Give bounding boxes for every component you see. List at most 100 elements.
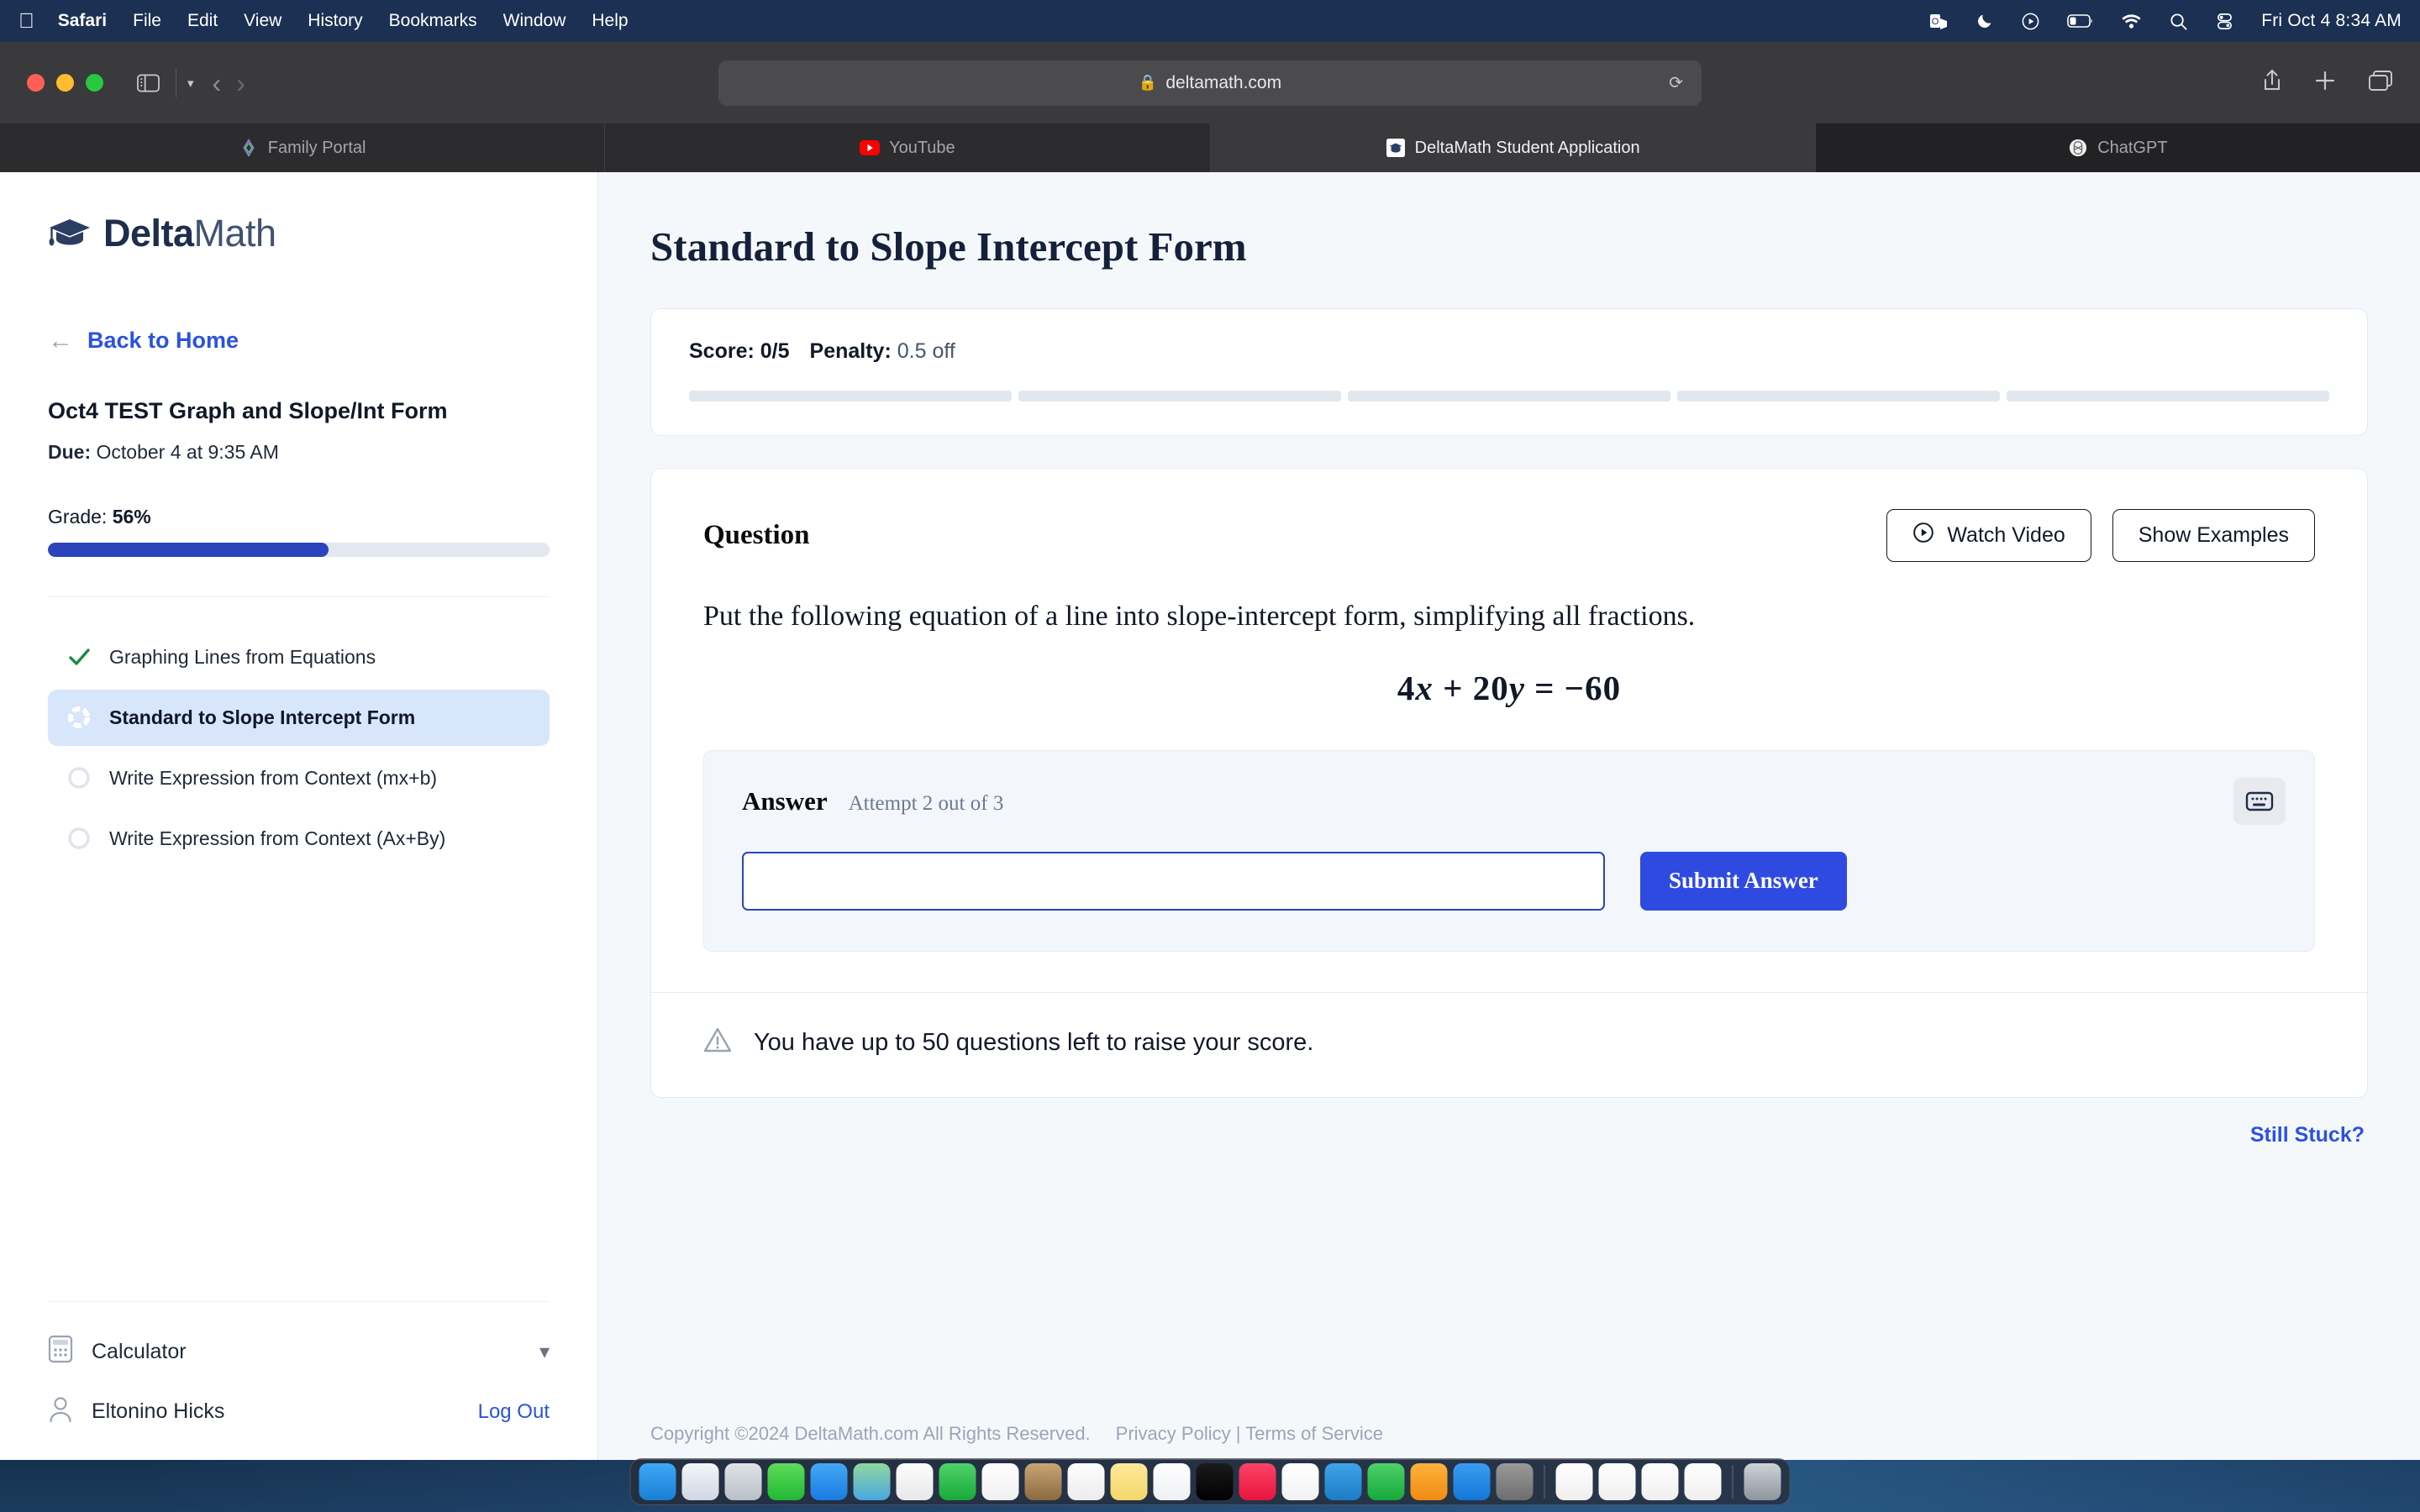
assignment-title: Oct4 TEST Graph and Slope/Int Form: [48, 398, 448, 423]
battery-icon[interactable]: [2067, 13, 2094, 29]
footer-links[interactable]: Privacy Policy | Terms of Service: [1116, 1423, 1383, 1445]
logo-text: DeltaMath: [103, 212, 276, 255]
chatgpt-icon[interactable]: [1496, 1463, 1534, 1500]
deltamath-logo[interactable]: DeltaMath: [48, 212, 550, 255]
reminders-icon[interactable]: [1067, 1463, 1105, 1500]
dock-divider: [1544, 1465, 1545, 1499]
word-icon[interactable]: [1598, 1463, 1636, 1500]
sidebar-item-write-expression-from-context-axby[interactable]: Write Expression from Context (Ax+By): [48, 811, 550, 867]
apple-icon[interactable]: : [18, 10, 34, 32]
macos-dock: [629, 1458, 1791, 1505]
watch-video-label: Watch Video: [1947, 523, 2065, 547]
chrome-icon[interactable]: [1684, 1463, 1722, 1500]
photos-icon[interactable]: [896, 1463, 934, 1500]
share-icon[interactable]: [2262, 69, 2282, 97]
watch-video-button[interactable]: Watch Video: [1886, 509, 2091, 562]
chevron-down-icon[interactable]: ▾: [539, 1340, 550, 1364]
safari-icon[interactable]: [681, 1463, 719, 1500]
wifi-icon[interactable]: [2121, 13, 2142, 29]
appstore-icon[interactable]: [1453, 1463, 1491, 1500]
moon-icon[interactable]: [1975, 12, 1994, 30]
appletv-icon[interactable]: [1196, 1463, 1234, 1500]
back-chevron-icon[interactable]: ‹: [213, 70, 222, 97]
minimize-window-button[interactable]: [56, 74, 74, 92]
mail-icon[interactable]: [810, 1463, 848, 1500]
svg-text:O: O: [1932, 17, 1939, 27]
main-content: Standard to Slope Intercept Form Score: …: [598, 172, 2420, 1460]
forward-chevron-icon[interactable]: ›: [236, 70, 245, 97]
control-center-icon[interactable]: [2215, 12, 2234, 31]
score-group: Score: 0/5: [689, 339, 790, 364]
penalty-label: Penalty:: [809, 339, 892, 363]
powerpoint-icon[interactable]: [1555, 1463, 1593, 1500]
menu-item-bookmarks[interactable]: Bookmarks: [389, 11, 477, 31]
menu-item-help[interactable]: Help: [592, 11, 628, 31]
tabs-icon[interactable]: [2368, 70, 2393, 96]
facetime-icon[interactable]: [939, 1463, 976, 1500]
show-examples-button[interactable]: Show Examples: [2112, 509, 2315, 562]
attempt-text: Attempt 2 out of 3: [848, 791, 1004, 815]
search-icon[interactable]: [2169, 12, 2188, 31]
tab-label: Family Portal: [267, 138, 366, 157]
page-title: Standard to Slope Intercept Form: [650, 223, 1247, 270]
calendar-icon[interactable]: [981, 1463, 1019, 1500]
menu-item-safari[interactable]: Safari: [58, 11, 107, 31]
tab-family-portal[interactable]: Family Portal: [0, 123, 606, 172]
plus-icon[interactable]: [2314, 70, 2336, 96]
freeform-icon[interactable]: [1153, 1463, 1191, 1500]
keyboard-icon[interactable]: [2233, 777, 2286, 825]
menu-item-file[interactable]: File: [133, 11, 161, 31]
menu-item-view[interactable]: View: [244, 11, 281, 31]
tab-deltamath-student-application[interactable]: DeltaMath Student Application: [1210, 123, 1816, 172]
answer-input[interactable]: [742, 851, 1605, 911]
messages-icon[interactable]: [767, 1463, 805, 1500]
chevron-down-icon[interactable]: ▾: [187, 76, 194, 91]
numbers-icon[interactable]: [1367, 1463, 1405, 1500]
show-examples-label: Show Examples: [2138, 523, 2289, 547]
keynote-icon[interactable]: [1324, 1463, 1362, 1500]
pages-icon[interactable]: [1410, 1463, 1448, 1500]
tab-youtube[interactable]: YouTube: [605, 123, 1211, 172]
calculator-row[interactable]: Calculator ▾: [48, 1322, 550, 1382]
penalty-group: Penalty: 0.5 off: [810, 339, 955, 364]
outlook-icon[interactable]: O: [1928, 11, 1949, 31]
trash-icon[interactable]: [1744, 1463, 1781, 1500]
address-bar[interactable]: 🔒 deltamath.com ⟳: [718, 60, 1702, 106]
sidebar-item-standard-to-slope-intercept-form[interactable]: Standard to Slope Intercept Form: [48, 689, 550, 746]
youtube-icon: [860, 138, 881, 158]
notice-text: You have up to 50 questions left to rais…: [754, 1029, 1314, 1057]
sidebar-icon[interactable]: [131, 69, 165, 97]
maps-icon[interactable]: [853, 1463, 891, 1500]
tab-chatgpt[interactable]: ChatGPT: [1815, 123, 2420, 172]
music-icon[interactable]: [1239, 1463, 1276, 1500]
answer-header: Answer Attempt 2 out of 3: [742, 786, 2276, 816]
browser-toolbar: ▾ ‹ › 🔒 deltamath.com ⟳: [0, 42, 2420, 123]
topic-label: Write Expression from Context (Ax+By): [109, 827, 446, 849]
back-to-home-link[interactable]: ← Back to Home: [48, 328, 550, 354]
menu-item-edit[interactable]: Edit: [187, 11, 218, 31]
maximize-window-button[interactable]: [86, 74, 103, 92]
menu-item-history[interactable]: History: [308, 11, 362, 31]
logout-button[interactable]: Log Out: [478, 1400, 550, 1424]
finder-icon[interactable]: [639, 1463, 676, 1500]
outlook-icon[interactable]: [1641, 1463, 1679, 1500]
answer-section: Answer Attempt 2 out of 3 Submit Answer: [703, 749, 2315, 952]
equation-var-y: y: [1508, 668, 1525, 707]
still-stuck-link[interactable]: Still Stuck?: [598, 1098, 2420, 1147]
menu-bar-clock[interactable]: Fri Oct 4 8:34 AM: [2261, 11, 2402, 31]
sidebar-item-write-expression-from-context-mxb[interactable]: Write Expression from Context (mx+b): [48, 750, 550, 806]
logo-text-math: Math: [193, 212, 277, 255]
chatgpt-icon: [2068, 138, 2088, 158]
launchpad-icon[interactable]: [724, 1463, 762, 1500]
sidebar-item-graphing-lines-from-equations[interactable]: Graphing Lines from Equations: [48, 629, 550, 685]
contacts-icon[interactable]: [1024, 1463, 1062, 1500]
reload-icon[interactable]: ⟳: [1669, 72, 1683, 93]
menu-bar-status-area: O Fri Oct 4 8:34 AM: [1928, 11, 2402, 31]
submit-answer-button[interactable]: Submit Answer: [1640, 851, 1847, 911]
menu-item-window[interactable]: Window: [503, 11, 566, 31]
news-icon[interactable]: [1281, 1463, 1319, 1500]
close-window-button[interactable]: [27, 74, 45, 92]
calculator-label: Calculator: [92, 1340, 187, 1363]
play-circle-icon[interactable]: [2021, 12, 2040, 31]
notes-icon[interactable]: [1110, 1463, 1148, 1500]
